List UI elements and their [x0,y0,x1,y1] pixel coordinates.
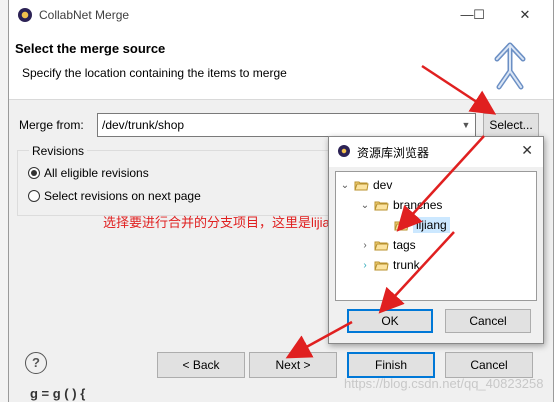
dialog-ok-button[interactable]: OK [347,309,433,333]
repository-tree[interactable]: ⌄ dev ⌄ branches lijiang › tags › trunk [335,171,537,301]
radio-button-selected[interactable] [28,167,40,179]
merge-from-value: /dev/trunk/shop [102,118,185,132]
tree-node-label: branches [393,198,443,212]
radio-button[interactable] [28,190,40,202]
chevron-right-icon[interactable]: › [360,240,370,251]
folder-open-icon [394,220,409,231]
merge-banner-icon [494,42,526,90]
back-button[interactable]: < Back [157,352,245,378]
dialog-cancel-button[interactable]: Cancel [445,309,531,333]
tree-node-tags[interactable]: › tags [360,238,416,252]
radio-select-revisions[interactable]: Select revisions on next page [28,189,201,203]
watermark: https://blog.csdn.net/qq_40823258 [344,376,544,391]
wizard-header: Select the merge source Specify the loca… [9,31,553,100]
tree-node-label: trunk [393,258,420,272]
tree-node-branches[interactable]: ⌄ branches [360,198,443,212]
window-titlebar: CollabNet Merge — ☐ ✕ [9,0,553,31]
merge-from-label: Merge from: [19,118,84,132]
tree-node-dev[interactable]: ⌄ dev [340,178,393,192]
chevron-down-icon[interactable]: ⌄ [340,180,350,191]
merge-from-combo[interactable]: /dev/trunk/shop ▼ [97,113,476,137]
page-title: Select the merge source [15,41,166,56]
repository-browser-dialog: 资源库浏览器 ✕ ⌄ dev ⌄ branches lijiang › tags… [328,136,544,344]
next-button[interactable]: Next > [249,352,337,378]
radio-label: Select revisions on next page [44,189,201,203]
dialog-titlebar: 资源库浏览器 ✕ [329,137,543,167]
radio-label: All eligible revisions [44,166,149,180]
revisions-group-title: Revisions [29,144,88,158]
cancel-button[interactable]: Cancel [445,352,533,378]
dialog-close-button[interactable]: ✕ [521,142,533,159]
window-title: CollabNet Merge [39,8,130,22]
folder-open-icon [354,180,369,191]
page-description: Specify the location containing the item… [22,66,287,80]
eclipse-app-icon [338,145,350,157]
tree-node-label-selected: lijiang [413,217,450,233]
select-button[interactable]: Select... [483,113,539,137]
eclipse-app-icon [18,8,32,22]
radio-all-eligible[interactable]: All eligible revisions [28,166,149,180]
folder-icon [374,240,389,251]
annotation-text: 选择要进行合并的分支项目，这里是lijiang [103,215,345,230]
tree-node-trunk[interactable]: › trunk [360,258,420,272]
tree-node-lijiang[interactable]: lijiang [394,217,450,233]
dialog-title: 资源库浏览器 [357,146,430,160]
maximize-button[interactable]: ☐ [457,0,501,31]
revisions-group [17,150,333,216]
tree-node-label: tags [393,238,416,252]
chevron-right-icon[interactable]: › [360,260,370,271]
tree-node-label: dev [373,178,393,192]
folder-icon [374,260,389,271]
background-code-text: g = g ( ) { [30,386,86,401]
finish-button[interactable]: Finish [347,352,435,378]
folder-open-icon [374,200,389,211]
chevron-down-icon[interactable]: ▼ [457,114,475,136]
close-button[interactable]: ✕ [503,0,547,31]
help-icon[interactable]: ? [25,352,47,374]
chevron-down-icon[interactable]: ⌄ [360,200,370,211]
